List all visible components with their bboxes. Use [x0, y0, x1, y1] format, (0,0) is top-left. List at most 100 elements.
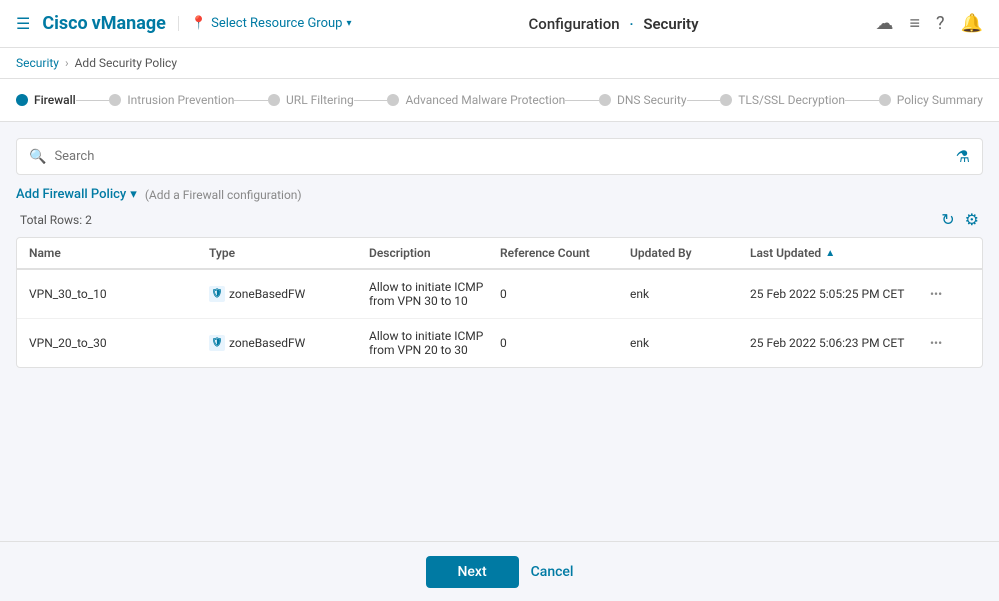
data-table: NameTypeDescriptionReference CountUpdate… [16, 237, 983, 368]
page-title: Configuration [529, 15, 620, 33]
sort-icon-last-updated: ▲ [825, 248, 835, 259]
type-label: zoneBasedFW [229, 287, 305, 301]
col-header-actions [930, 246, 970, 260]
col-header-last_updated[interactable]: Last Updated▲ [750, 246, 930, 260]
nav-left: ☰ Cisco vManage 📍 Select Resource Group … [16, 13, 352, 34]
step-label-malware: Advanced Malware Protection [405, 93, 565, 107]
step-line-4 [687, 100, 721, 101]
cell-name: VPN_20_to_30 [29, 336, 209, 350]
col-header-updated_by[interactable]: Updated By [630, 246, 750, 260]
step-label-intrusion: Intrusion Prevention [127, 93, 234, 107]
step-dot-summary [879, 94, 891, 106]
cell-ref-count: 0 [500, 287, 630, 301]
wizard-step-summary[interactable]: Policy Summary [879, 93, 983, 107]
step-dot-dns [599, 94, 611, 106]
type-label: zoneBasedFW [229, 336, 305, 350]
wizard-steps: Firewall Intrusion Prevention URL Filterin… [0, 79, 999, 122]
hamburger-icon[interactable]: ☰ [16, 14, 30, 33]
table-head: NameTypeDescriptionReference CountUpdate… [17, 238, 982, 270]
search-icon: 🔍 [29, 149, 46, 165]
cloud-icon[interactable]: ☁ [876, 13, 894, 34]
brand: Cisco vManage [42, 13, 166, 34]
cell-type: 🛡 zoneBasedFW [209, 335, 369, 351]
row-more-menu[interactable]: ••• [930, 336, 970, 350]
bottom-bar: Next Cancel [0, 541, 999, 601]
cell-updated-by: enk [630, 287, 750, 301]
breadcrumb-current: Add Security Policy [75, 56, 177, 70]
step-dot-tls [720, 94, 732, 106]
wizard-step-firewall[interactable]: Firewall [16, 93, 76, 107]
step-label-dns: DNS Security [617, 93, 687, 107]
breadcrumb-parent[interactable]: Security [16, 56, 59, 70]
cell-updated-by: enk [630, 336, 750, 350]
step-label-tls: TLS/SSL Decryption [738, 93, 845, 107]
breadcrumb-separator: › [65, 56, 69, 70]
add-policy-hint: (Add a Firewall configuration) [145, 188, 302, 202]
chevron-down-icon: ▾ [346, 18, 351, 29]
step-line-5 [845, 100, 879, 101]
row-more-menu[interactable]: ••• [930, 287, 970, 301]
menu-icon[interactable]: ≡ [910, 13, 921, 34]
settings-icon[interactable]: ⚙ [965, 210, 979, 229]
zone-fw-icon: 🛡 [209, 286, 225, 302]
wizard-step-malware[interactable]: Advanced Malware Protection [387, 93, 565, 107]
add-policy-row: Add Firewall Policy ▾ (Add a Firewall co… [16, 187, 983, 202]
next-button[interactable]: Next [426, 556, 519, 588]
wizard-step-dns[interactable]: DNS Security [599, 93, 687, 107]
cell-last-updated: 25 Feb 2022 5:05:25 PM CET [750, 287, 930, 301]
top-nav: ☰ Cisco vManage 📍 Select Resource Group … [0, 0, 999, 48]
cancel-button[interactable]: Cancel [531, 564, 574, 580]
zone-fw-icon: 🛡 [209, 335, 225, 351]
table-row: VPN_30_to_10🛡 zoneBasedFW Allow to initiat… [17, 270, 982, 319]
chevron-down-icon: ▾ [130, 187, 137, 202]
cell-ref-count: 0 [500, 336, 630, 350]
page-title-area: Configuration · Security [529, 15, 699, 33]
location-icon: 📍 [191, 16, 207, 31]
wizard-step-intrusion[interactable]: Intrusion Prevention [109, 93, 234, 107]
cell-description: Allow to initiate ICMP from VPN 30 to 10 [369, 280, 500, 308]
wizard-step-url[interactable]: URL Filtering [268, 93, 354, 107]
help-icon[interactable]: ? [936, 13, 945, 34]
cell-last-updated: 25 Feb 2022 5:06:23 PM CET [750, 336, 930, 350]
step-dot-intrusion [109, 94, 121, 106]
step-line-1 [234, 100, 268, 101]
title-separator: · [629, 15, 633, 33]
resource-group-label: Select Resource Group [211, 16, 342, 31]
step-line-3 [565, 100, 599, 101]
refresh-icon[interactable]: ↻ [941, 210, 954, 229]
step-label-url: URL Filtering [286, 93, 354, 107]
cell-description: Allow to initiate ICMP from VPN 20 to 30 [369, 329, 500, 357]
step-label-summary: Policy Summary [897, 93, 983, 107]
total-rows-label: Total Rows: 2 [20, 213, 92, 227]
table-body: VPN_30_to_10🛡zoneBasedFWAllow to initiat… [17, 270, 982, 367]
col-header-type[interactable]: Type [209, 246, 369, 260]
step-line-2 [354, 100, 388, 101]
search-bar: 🔍 ⚗ [16, 138, 983, 175]
main-content: 🔍 ⚗ Add Firewall Policy ▾ (Add a Firewal… [0, 122, 999, 531]
filter-icon[interactable]: ⚗ [956, 147, 970, 166]
cell-name: VPN_30_to_10 [29, 287, 209, 301]
col-header-name[interactable]: Name [29, 246, 209, 260]
add-policy-label: Add Firewall Policy [16, 187, 126, 202]
table-head-row: NameTypeDescriptionReference CountUpdate… [17, 238, 982, 268]
table-row: VPN_20_to_30🛡 zoneBasedFW Allow to initiat… [17, 319, 982, 367]
step-label-firewall: Firewall [34, 93, 76, 107]
cell-type: 🛡 zoneBasedFW [209, 286, 369, 302]
wizard-step-tls[interactable]: TLS/SSL Decryption [720, 93, 845, 107]
add-firewall-policy-button[interactable]: Add Firewall Policy ▾ [16, 187, 137, 202]
brand-cisco: Cisco [42, 13, 87, 34]
table-header-row: Total Rows: 2 ↻ ⚙ [16, 210, 983, 229]
step-line-0 [76, 100, 110, 101]
step-dot-url [268, 94, 280, 106]
table-actions: ↻ ⚙ [941, 210, 979, 229]
page-section: Security [643, 15, 698, 33]
step-dot-firewall [16, 94, 28, 106]
brand-vmanage: vManage [92, 13, 166, 34]
nav-right: ☁ ≡ ? 🔔 [876, 13, 983, 34]
breadcrumb: Security › Add Security Policy [0, 48, 999, 79]
bell-icon[interactable]: 🔔 [961, 13, 983, 34]
col-header-ref_count[interactable]: Reference Count [500, 246, 630, 260]
search-input[interactable] [54, 149, 947, 164]
resource-group-selector[interactable]: 📍 Select Resource Group ▾ [178, 16, 352, 31]
col-header-description[interactable]: Description [369, 246, 500, 260]
